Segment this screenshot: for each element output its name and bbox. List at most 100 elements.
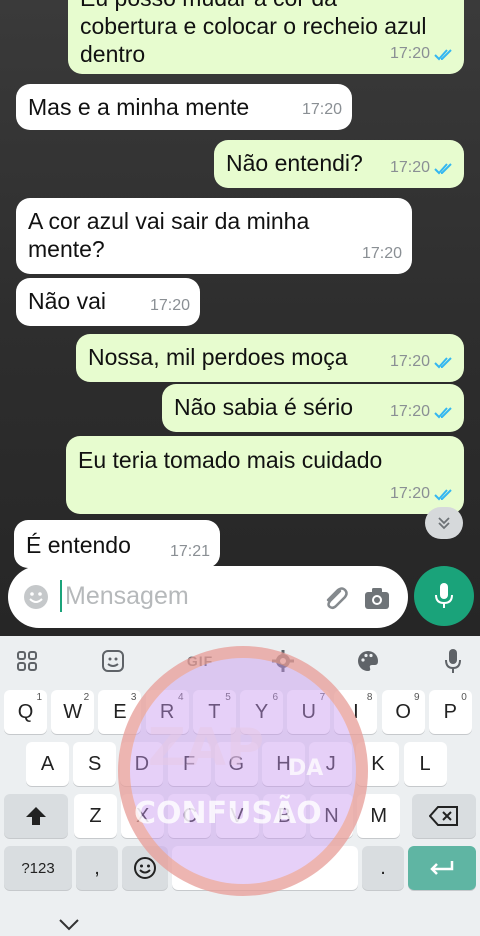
message-time: 17:20 (389, 159, 430, 176)
settings-gear-icon[interactable] (270, 648, 296, 674)
space-key[interactable] (172, 846, 358, 890)
key-label: Y (254, 700, 269, 723)
key-label: P (443, 700, 457, 723)
key-label: D (134, 752, 150, 775)
key-hint: 2 (83, 692, 90, 703)
key-hint: 5 (225, 692, 231, 703)
key-b[interactable]: B (262, 794, 306, 838)
key-p[interactable]: P0 (428, 690, 472, 734)
message-meta: 17:20 (390, 398, 454, 426)
key-hint: 0 (461, 692, 467, 703)
message-bubble-incoming[interactable]: A cor azul vai sair da minha mente? 17:2… (16, 198, 412, 274)
message-bubble-incoming[interactable]: Mas e a minha mente 17:20 (16, 84, 352, 130)
key-label: W (63, 700, 83, 723)
key-label: C (182, 804, 198, 827)
message-bubble-outgoing[interactable]: Nossa, mil perdoes moça 17:20 (76, 334, 464, 382)
key-q[interactable]: Q1 (4, 690, 47, 734)
message-meta: 17:20 (302, 96, 342, 124)
key-n[interactable]: N (310, 794, 353, 838)
message-text: Não entendi? (226, 150, 363, 176)
voice-input-icon[interactable] (440, 648, 466, 674)
key-r[interactable]: R4 (145, 690, 189, 734)
key-m[interactable]: M (357, 794, 401, 838)
key-l[interactable]: L (403, 742, 447, 786)
key-g[interactable]: G (214, 742, 258, 786)
key-label: X (136, 804, 150, 827)
chevron-down-icon[interactable] (58, 918, 80, 932)
key-label: Z (89, 804, 102, 827)
message-input[interactable]: Mensagem (60, 580, 189, 612)
key-u[interactable]: U7 (287, 690, 331, 734)
key-label: L (419, 752, 431, 775)
shift-key[interactable] (4, 794, 68, 838)
message-text: Mas e a minha mente (28, 94, 250, 120)
emoji-key[interactable] (122, 846, 168, 890)
message-meta: 17:21 (170, 538, 210, 566)
message-text: A cor azul vai sair da minha mente? (28, 208, 310, 262)
enter-arrow-icon (430, 861, 454, 875)
symbols-key[interactable]: ?123 (4, 846, 72, 890)
key-z[interactable]: Z (74, 794, 117, 838)
key-h[interactable]: H (262, 742, 305, 786)
key-label: E (113, 700, 127, 723)
period-key-label: . (380, 856, 386, 879)
emoji-icon[interactable] (22, 583, 50, 611)
message-bubble-incoming[interactable]: É entendo 17:21 (14, 520, 220, 568)
key-w[interactable]: W2 (51, 690, 95, 734)
key-f[interactable]: F (167, 742, 211, 786)
camera-icon[interactable] (362, 583, 392, 613)
message-bubble-incoming[interactable]: Não vai 17:20 (16, 278, 200, 326)
comma-key[interactable]: , (76, 846, 118, 890)
key-label: N (324, 804, 339, 827)
message-meta: 17:20 (390, 348, 454, 376)
enter-key[interactable] (408, 846, 476, 890)
keyboard-toolbar: GIF (0, 636, 480, 684)
message-meta: 17:20 (150, 292, 190, 320)
message-meta: 17:20 (390, 154, 454, 182)
key-label: F (182, 752, 196, 775)
key-label: T (208, 700, 221, 723)
apps-grid-icon[interactable] (14, 648, 40, 674)
microphone-button[interactable] (414, 566, 474, 626)
key-k[interactable]: K (356, 742, 400, 786)
gif-button[interactable]: GIF (180, 648, 220, 674)
period-key[interactable]: . (362, 846, 404, 890)
message-bubble-outgoing[interactable]: Eu posso mudar a cor da cobertura e colo… (68, 0, 464, 74)
key-i[interactable]: I8 (334, 690, 378, 734)
symbols-key-label: ?123 (21, 859, 55, 877)
key-hint: 6 (272, 692, 278, 703)
scroll-to-bottom-button[interactable] (425, 507, 463, 539)
soft-keyboard: GIF Q1W2E3R4T5Y6U7I8O9P0 ASDFGHJKL ZXCVB… (0, 636, 480, 936)
key-y[interactable]: Y6 (240, 690, 283, 734)
message-text: Não vai (28, 288, 106, 314)
key-label: H (276, 752, 291, 775)
message-text: Não sabia é sério (174, 394, 353, 420)
key-j[interactable]: J (309, 742, 353, 786)
key-hint: 3 (130, 692, 137, 703)
emoji-smiley-icon (134, 857, 156, 879)
key-o[interactable]: O9 (381, 690, 425, 734)
chat-area: Eu posso mudar a cor da cobertura e colo… (0, 0, 480, 636)
message-time: 17:20 (361, 245, 402, 262)
palette-icon[interactable] (355, 648, 381, 674)
sticker-icon[interactable] (100, 648, 126, 674)
message-time: 17:20 (389, 403, 430, 420)
message-bubble-outgoing[interactable]: Não entendi? 17:20 (214, 140, 464, 188)
backspace-key[interactable] (412, 794, 476, 838)
message-bubble-outgoing[interactable]: Não sabia é sério 17:20 (162, 384, 464, 432)
message-time: 17:21 (169, 543, 210, 560)
shift-arrow-icon (26, 807, 46, 825)
key-t[interactable]: T5 (192, 690, 236, 734)
key-d[interactable]: D (120, 742, 164, 786)
key-s[interactable]: S (73, 742, 117, 786)
message-time: 17:20 (301, 101, 342, 118)
key-v[interactable]: V (215, 794, 259, 838)
gif-label: GIF (186, 653, 214, 669)
message-bubble-outgoing[interactable]: Eu teria tomado mais cuidado 17:20 (66, 436, 464, 514)
key-a[interactable]: A (26, 742, 69, 786)
paperclip-icon[interactable] (320, 583, 350, 613)
key-e[interactable]: E3 (98, 690, 142, 734)
key-x[interactable]: X (121, 794, 165, 838)
key-c[interactable]: C (168, 794, 212, 838)
key-label: U (301, 700, 316, 723)
